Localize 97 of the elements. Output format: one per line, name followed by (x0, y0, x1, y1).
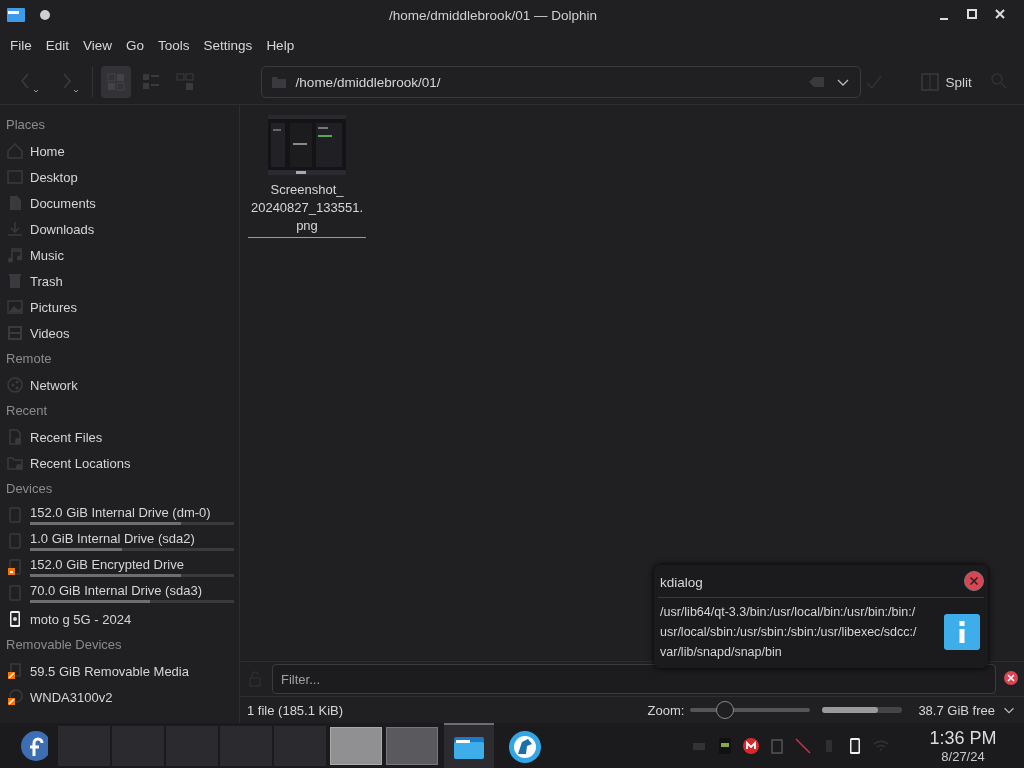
item-label: Network (30, 377, 79, 393)
home-icon (6, 142, 24, 160)
notification-text: /usr/lib64/qt-3.3/bin:/usr/local/bin:/usr/bin:/bin:/usr/local/sbin:/usr/sbin:/sbin:/usr/libexec/sdcc:/var/lib/snapd/snap/bin (660, 604, 918, 661)
sidebar-item[interactable]: Videos (0, 320, 239, 346)
item-label: Recent Files (30, 429, 104, 445)
item-label: 70.0 GiB Internal Drive (sda3) (30, 583, 203, 598)
download-icon (6, 220, 24, 238)
desktop-pager[interactable] (330, 727, 382, 765)
close-notification-button[interactable] (964, 570, 984, 594)
sidebar-item[interactable]: moto g 5G - 2024 (0, 606, 239, 632)
close-icon (964, 570, 984, 591)
item-label: moto g 5G - 2024 (30, 611, 133, 627)
section-header: Devices (5, 480, 54, 498)
sidebar-item[interactable]: Home (0, 138, 239, 164)
film-icon (6, 324, 24, 342)
pin-dot-icon[interactable] (40, 10, 50, 20)
clock-file-icon (6, 428, 24, 446)
desktop-pager[interactable] (386, 727, 438, 765)
item-label: 152.0 GiB Internal Drive (dm-0) (30, 505, 212, 520)
trash-icon (6, 272, 24, 290)
fedora-logo-icon (20, 730, 48, 762)
tree-icon (176, 73, 195, 91)
maximize-icon (966, 7, 978, 20)
sidebar-item[interactable]: Desktop (0, 164, 239, 190)
info-icon (944, 614, 980, 650)
close-icon (1004, 670, 1018, 685)
folder-icon (453, 734, 485, 760)
item-label: WNDA3100v2 (30, 689, 114, 705)
menu-item[interactable]: Go (119, 37, 152, 53)
drive-icon (6, 584, 24, 602)
menu-item[interactable]: View (76, 37, 120, 53)
list-icon (141, 73, 160, 91)
section-header: Removable Devices (5, 636, 123, 654)
drive-icon (6, 506, 24, 524)
sidebar-item[interactable]: Recent Files (0, 424, 239, 450)
picture-icon (6, 298, 24, 316)
item-label: 152.0 GiB Encrypted Drive (30, 557, 185, 572)
filter-field[interactable]: Filter... (272, 664, 996, 694)
terminal-icon (716, 737, 734, 755)
item-label: 59.5 GiB Removable Media (30, 663, 190, 679)
section-header: Places (5, 116, 47, 134)
clock-time[interactable]: 1:36 PM (929, 728, 997, 749)
menu-item[interactable]: Tools (151, 37, 197, 53)
notification-app: kdialog (660, 574, 703, 590)
clock-date[interactable]: 8/27/24 (941, 749, 985, 764)
split-view-icon (921, 73, 940, 91)
location-bar[interactable]: /home/dmiddlebrook/01/ (260, 66, 862, 98)
item-label: Videos (30, 325, 71, 341)
sidebar-item[interactable]: Pictures (0, 294, 239, 320)
clock-folder-icon (6, 454, 24, 472)
zoom-label: Zoom: (647, 702, 685, 718)
close-filter-button[interactable] (1004, 670, 1018, 688)
item-label: Downloads (30, 221, 96, 237)
sidebar-item[interactable]: Trash (0, 268, 239, 294)
item-label: Desktop (30, 169, 79, 185)
zoom-slider[interactable] (690, 701, 811, 719)
sidebar-item[interactable]: Network (0, 372, 239, 398)
item-label: Pictures (30, 299, 78, 315)
item-label: 1.0 GiB Internal Drive (sda2) (30, 531, 196, 546)
item-label: Trash (30, 273, 64, 289)
sidebar-item[interactable]: 152.0 GiB Encrypted Drive (0, 554, 239, 580)
sidebar-item[interactable]: 152.0 GiB Internal Drive (dm-0) (0, 502, 239, 528)
desktop-icon (6, 168, 24, 186)
free-space-text: 38.7 GiB free (918, 702, 995, 718)
menu-item[interactable]: Settings (196, 37, 260, 53)
menu-item[interactable]: Help (259, 37, 302, 53)
sidebar-item[interactable]: Documents (0, 190, 239, 216)
sidebar-item[interactable]: WNDA3100v2 (0, 684, 239, 710)
disc-icon (6, 688, 24, 706)
usb-drive-icon (6, 662, 24, 680)
sidebar-item[interactable]: 1.0 GiB Internal Drive (sda2) (0, 528, 239, 554)
status-text: 1 file (185.1 KiB) (247, 702, 345, 718)
split-button[interactable]: Split (915, 72, 978, 92)
muted-slash-icon (794, 737, 812, 755)
item-label: Documents (30, 195, 97, 211)
menu-item[interactable]: Edit (38, 37, 77, 53)
folder-icon (6, 6, 26, 24)
icons-view-button[interactable] (100, 66, 132, 98)
close-icon (994, 7, 1006, 20)
menu-item[interactable]: File (3, 37, 39, 53)
sidebar-item[interactable]: Downloads (0, 216, 239, 242)
drive-icon (6, 532, 24, 550)
minimize-icon (940, 18, 948, 20)
item-label: Home (30, 143, 66, 159)
section-header: Recent (5, 402, 49, 420)
sidebar-item[interactable]: 70.0 GiB Internal Drive (sda3) (0, 580, 239, 606)
sidebar-item[interactable]: 59.5 GiB Removable Media (0, 658, 239, 684)
section-header: Remote (5, 350, 53, 368)
locked-drive-icon (6, 558, 24, 576)
sidebar-item[interactable]: Music (0, 242, 239, 268)
network-icon (6, 376, 24, 394)
item-label: Recent Locations (30, 455, 132, 471)
sidebar-item[interactable]: Recent Locations (0, 450, 239, 476)
music-icon (6, 246, 24, 264)
window-title: /home/dmiddlebrook/01 — Dolphin (388, 7, 598, 23)
item-label: Music (30, 247, 65, 263)
file-name[interactable]: Screenshot_20240827_133551.png (248, 181, 366, 238)
